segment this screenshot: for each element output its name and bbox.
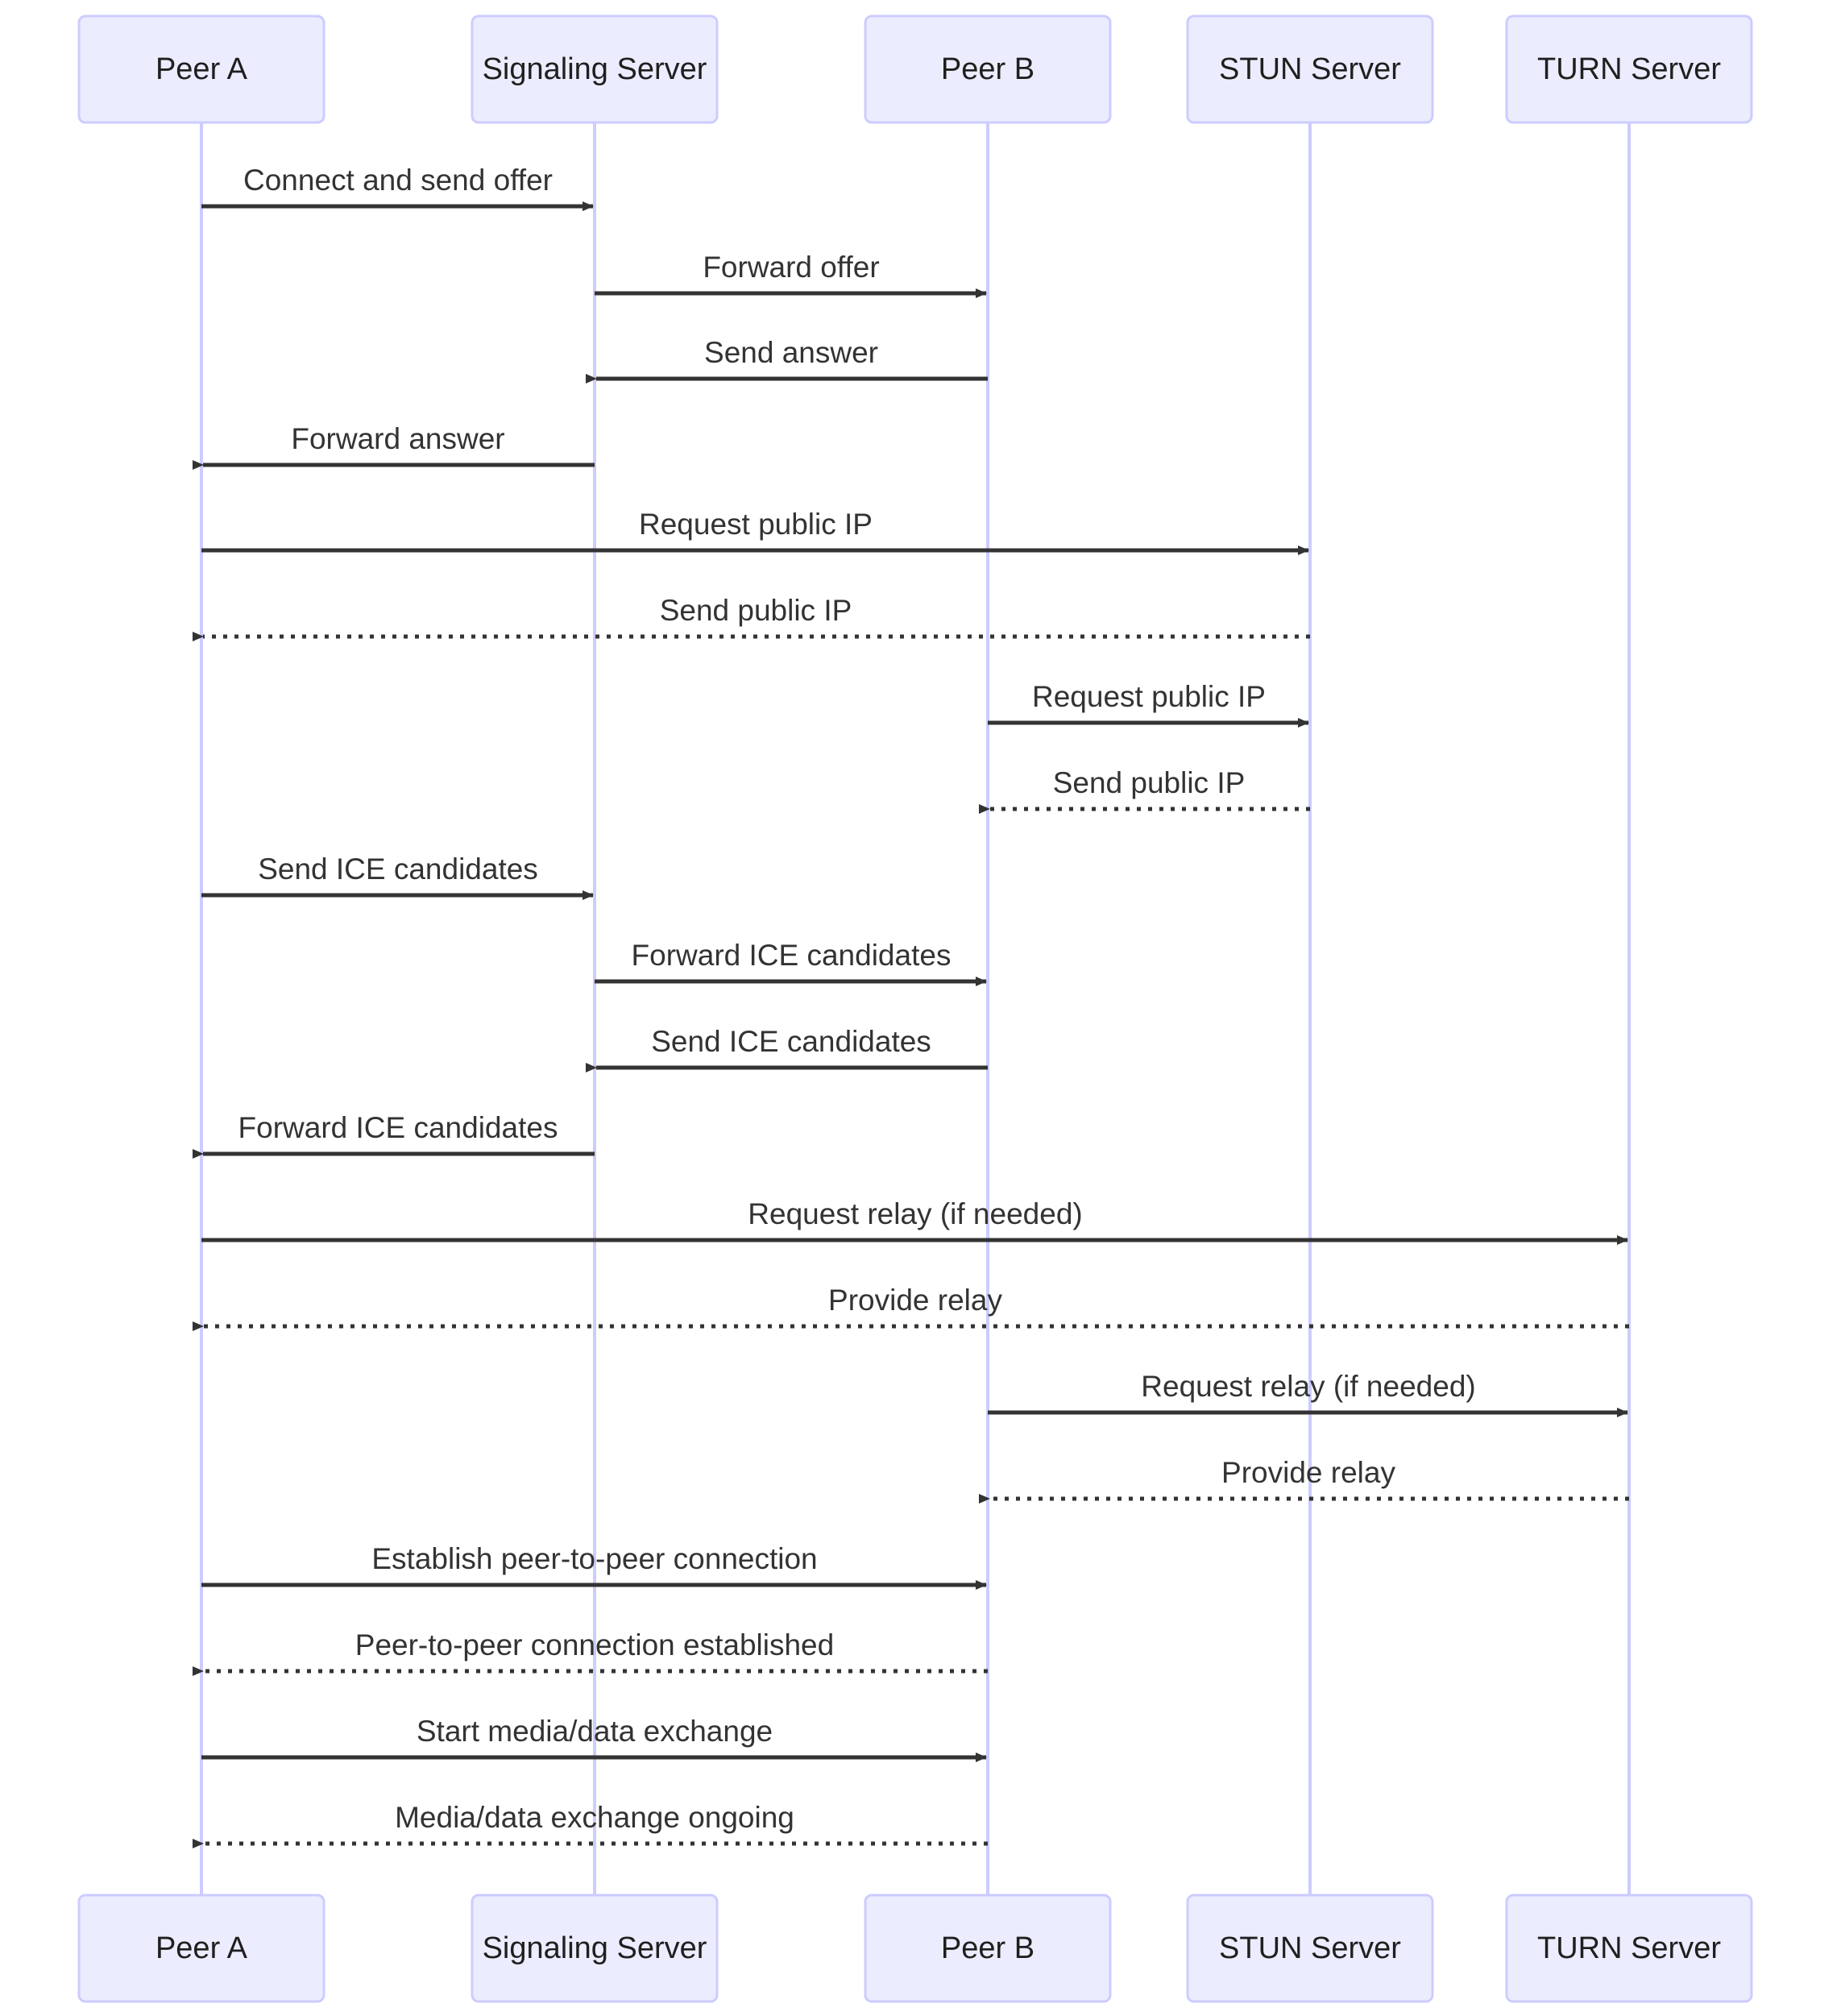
actor-label-bottom-signaling: Signaling Server <box>483 1931 707 1965</box>
message-label-0: Connect and send offer <box>243 164 553 197</box>
sequence-diagram-root: Peer A Signaling Server Peer B STUN Server T… <box>0 0 1845 2016</box>
message-label-11: Forward ICE candidates <box>238 1111 558 1144</box>
message-label-1: Forward offer <box>703 251 879 284</box>
actor-label-bottom-peerA: Peer A <box>155 1931 248 1965</box>
actor-label-top-signaling: Signaling Server <box>483 52 707 86</box>
message-label-14: Request relay (if needed) <box>1141 1370 1475 1403</box>
sequence-diagram-canvas: Peer A Signaling Server Peer B STUN Server T… <box>77 15 1753 2003</box>
message-label-19: Media/data exchange ongoing <box>395 1801 794 1834</box>
message-label-2: Send answer <box>704 336 878 369</box>
message-label-4: Request public IP <box>639 508 873 541</box>
message-label-3: Forward answer <box>291 422 504 455</box>
message-label-13: Provide relay <box>828 1284 1002 1317</box>
actor-label-top-stun: STUN Server <box>1219 52 1401 86</box>
actor-label-bottom-turn: TURN Server <box>1537 1931 1721 1965</box>
actor-label-bottom-stun: STUN Server <box>1219 1931 1401 1965</box>
top-actor-boxes-group: Peer A Signaling Server Peer B STUN Server T… <box>77 15 1753 124</box>
message-label-16: Establish peer-to-peer connection <box>371 1542 817 1575</box>
message-label-15: Provide relay <box>1221 1456 1395 1489</box>
message-label-8: Send ICE candidates <box>258 852 538 886</box>
message-label-9: Forward ICE candidates <box>632 939 952 972</box>
actor-label-top-peerB: Peer B <box>941 52 1034 86</box>
actor-label-top-turn: TURN Server <box>1537 52 1721 86</box>
message-label-10: Send ICE candidates <box>651 1025 931 1058</box>
message-label-17: Peer-to-peer connection established <box>355 1628 834 1661</box>
message-label-5: Send public IP <box>660 594 852 627</box>
actor-label-bottom-peerB: Peer B <box>941 1931 1034 1965</box>
message-label-6: Request public IP <box>1032 680 1266 713</box>
messages-group: Connect and send offer Forward offer Send … <box>193 164 1629 1848</box>
message-label-7: Send public IP <box>1053 766 1246 799</box>
bottom-actor-boxes-group: Peer A Signaling Server Peer B STUN Server T… <box>77 1894 1753 2003</box>
actor-label-top-peerA: Peer A <box>155 52 248 86</box>
message-label-18: Start media/data exchange <box>417 1715 773 1748</box>
message-label-12: Request relay (if needed) <box>748 1197 1082 1230</box>
